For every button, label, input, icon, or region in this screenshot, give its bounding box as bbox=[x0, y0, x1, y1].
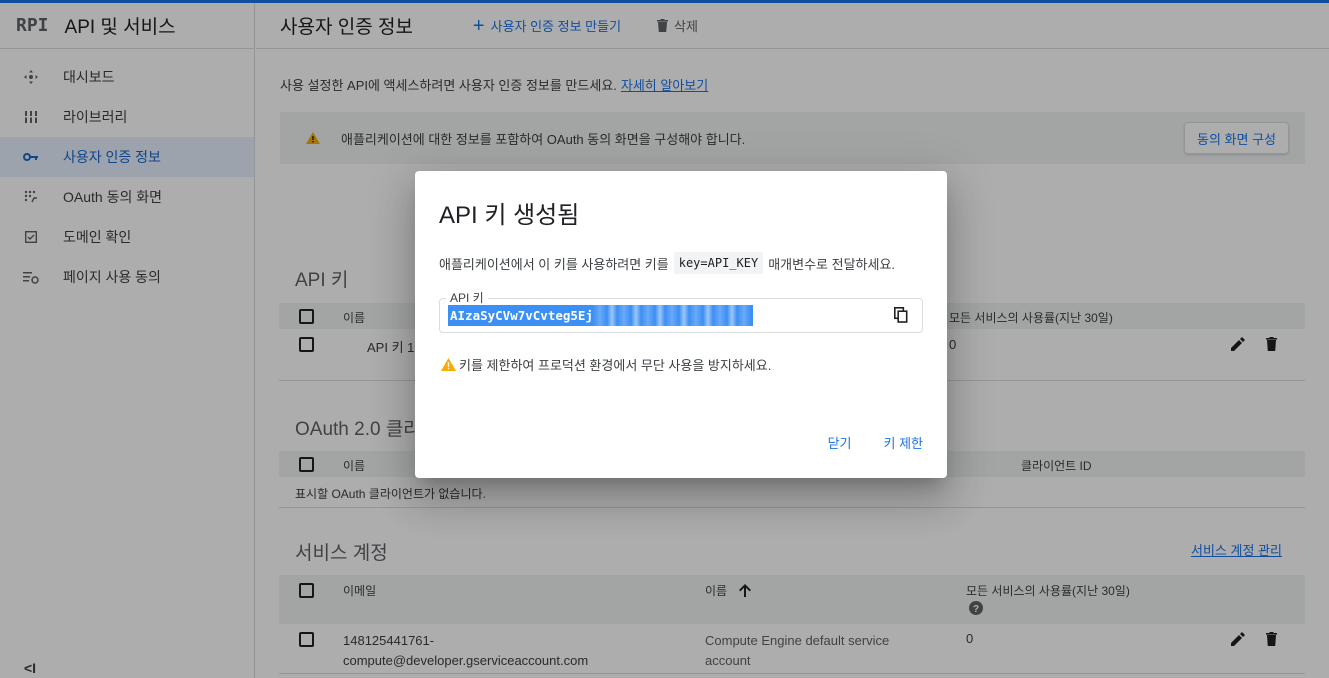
dialog-actions: 닫기 키 제한 bbox=[796, 433, 923, 452]
desc-code: key=API_KEY bbox=[673, 252, 764, 274]
close-button[interactable]: 닫기 bbox=[828, 433, 852, 452]
dialog-title: API 키 생성됨 bbox=[439, 202, 580, 229]
dialog-description: 애플리케이션에서 이 키를 사용하려면 키를 key=API_KEY 매개변수로… bbox=[439, 252, 895, 274]
warning-text: 키를 제한하여 프로덕션 환경에서 무단 사용을 방지하세요. bbox=[459, 358, 772, 373]
copy-icon[interactable] bbox=[894, 307, 912, 325]
restrict-key-button[interactable]: 키 제한 bbox=[884, 433, 924, 452]
restrict-key-warning: 키를 제한하여 프로덕션 환경에서 무단 사용을 방지하세요. bbox=[441, 355, 771, 374]
api-key-field[interactable]: API 키 AIzaSyCVw7vCvteg5Ej bbox=[439, 289, 923, 333]
warning-icon bbox=[441, 358, 456, 371]
api-key-redacted bbox=[593, 305, 751, 326]
desc-before: 애플리케이션에서 이 키를 사용하려면 키를 bbox=[439, 256, 669, 272]
api-key-field-label: API 키 bbox=[446, 289, 488, 306]
api-key-value[interactable]: AIzaSyCVw7vCvteg5Ej bbox=[448, 305, 753, 326]
api-key-visible-text: AIzaSyCVw7vCvteg5Ej bbox=[450, 308, 593, 323]
desc-after: 매개변수로 전달하세요. bbox=[768, 256, 896, 272]
api-key-created-dialog: API 키 생성됨 애플리케이션에서 이 키를 사용하려면 키를 key=API… bbox=[415, 171, 947, 478]
